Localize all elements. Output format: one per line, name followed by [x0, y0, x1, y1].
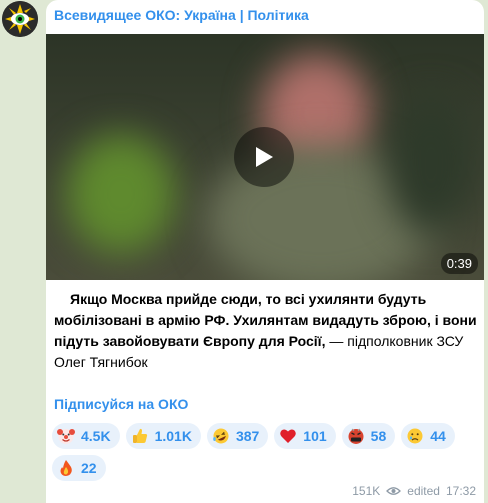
reaction-rofl[interactable]: 387: [206, 423, 269, 449]
video-duration: 0:39: [440, 253, 478, 274]
video-player[interactable]: 0:39: [46, 34, 484, 280]
thumbs-up-icon: [131, 427, 149, 445]
reaction-count: 44: [430, 428, 446, 444]
reactions-bar: 4.5K 1.01K 387 101 58 44 22: [52, 423, 478, 481]
message-meta: 151K edited 17:32: [352, 484, 476, 498]
reaction-clown[interactable]: 4.5K: [52, 423, 120, 449]
reaction-heart[interactable]: 101: [274, 423, 336, 449]
view-count: 151K: [352, 484, 381, 498]
subscribe-link[interactable]: Підписуйся на ОКО: [54, 396, 188, 412]
reaction-count: 4.5K: [81, 428, 111, 444]
rolling-laughing-icon: [212, 427, 230, 445]
reaction-count: 58: [370, 428, 387, 444]
fire-icon: [57, 459, 75, 477]
eye-icon: [386, 487, 402, 495]
crying-face-icon: [406, 427, 424, 445]
message-text: Якщо Москва прийде сюди, то всі ухилянти…: [54, 289, 478, 373]
play-button[interactable]: [234, 127, 294, 187]
edited-label: edited: [407, 484, 440, 498]
eye-logo-icon: [2, 1, 38, 37]
play-icon: [256, 147, 273, 167]
cursing-face-icon: [347, 427, 365, 445]
message-bubble: Всевидящее ОКО: Україна | Політика 0:39 …: [46, 0, 484, 503]
channel-avatar[interactable]: [2, 1, 38, 37]
reaction-count: 1.01K: [154, 428, 192, 444]
reaction-count: 101: [303, 428, 327, 444]
message-time: 17:32: [445, 484, 476, 498]
reaction-cursing[interactable]: 58: [341, 423, 396, 449]
video-blur-thumbnail-right: [386, 94, 476, 234]
reaction-count: 387: [235, 428, 260, 444]
reaction-count: 22: [81, 460, 97, 476]
red-heart-icon: [279, 427, 297, 445]
reaction-thumbs-up[interactable]: 1.01K: [125, 423, 201, 449]
video-blur-thumbnail: [66, 134, 176, 254]
channel-name[interactable]: Всевидящее ОКО: Україна | Політика: [54, 7, 309, 23]
reaction-crying[interactable]: 44: [401, 423, 455, 449]
clown-face-icon: [57, 427, 75, 445]
reaction-fire[interactable]: 22: [52, 455, 106, 481]
